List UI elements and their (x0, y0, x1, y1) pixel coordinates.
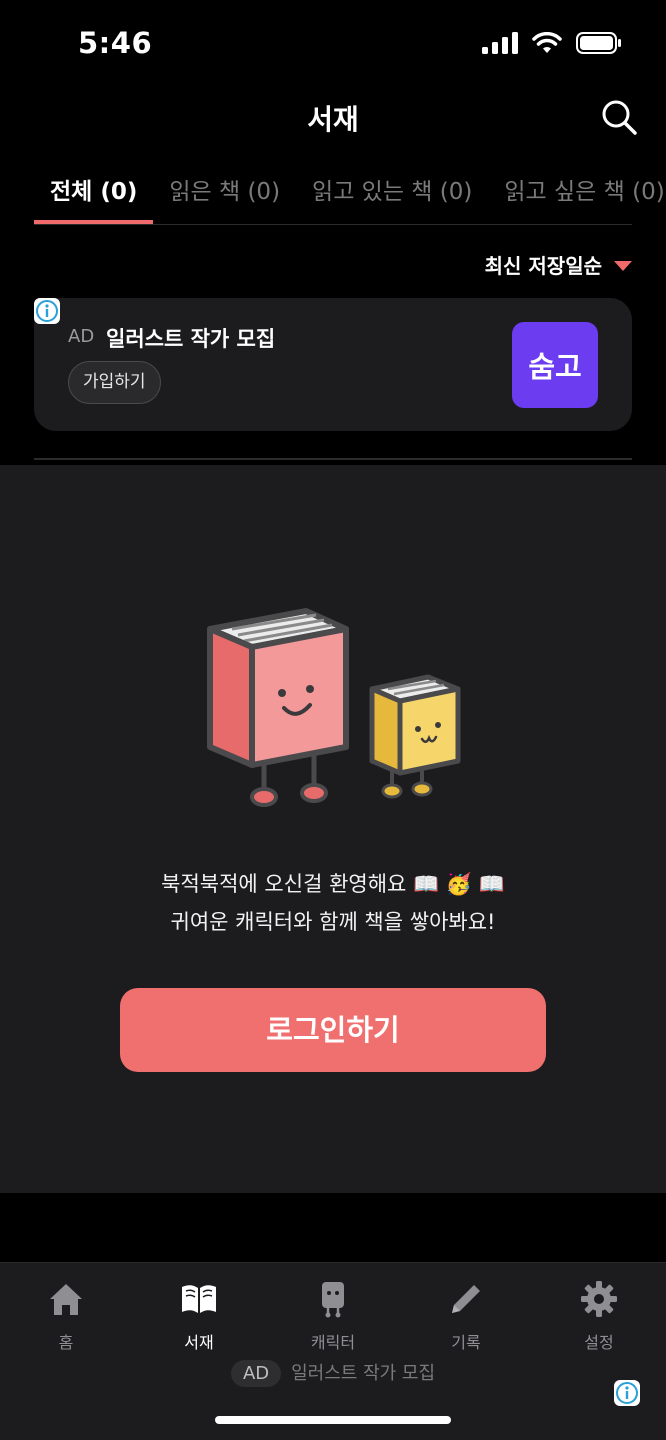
battery-icon (576, 32, 621, 54)
tab-reading[interactable]: 읽고 있는 책 (0) (296, 160, 488, 224)
login-button[interactable]: 로그인하기 (120, 988, 546, 1072)
ad-tag: AD (68, 326, 95, 347)
home-icon (50, 1284, 82, 1315)
search-button[interactable] (600, 98, 640, 138)
tabbar-item-library[interactable]: 서재 (144, 1279, 254, 1353)
search-icon (602, 100, 637, 135)
welcome-line-1: 북적북적에 오신걸 환영해요 📖 🥳 📖 (161, 872, 505, 896)
book-characters-illustration (207, 608, 461, 807)
home-indicator (215, 1416, 451, 1424)
tabbar-label-records: 기록 (451, 1333, 481, 1352)
wifi-icon (532, 32, 562, 53)
shelf-tabs: 전체 (0) 읽은 책 (0) 읽고 있는 책 (0) 읽고 싶은 책 (0) (34, 160, 666, 226)
page-title: 서재 (307, 103, 359, 136)
pencil-icon (452, 1285, 480, 1313)
tabbar-label-home: 홈 (58, 1333, 74, 1352)
info-icon (614, 1380, 640, 1406)
ad-join-button[interactable]: 가입하기 (68, 361, 161, 404)
bottom-ad-text: 일러스트 작가 모집 (291, 1363, 436, 1384)
sort-dropdown[interactable]: 최신 저장일순 (485, 250, 632, 279)
gear-icon (581, 1281, 617, 1317)
header: 서재 (0, 90, 666, 146)
tabbar-item-character[interactable]: 캐릭터 (278, 1279, 388, 1353)
book-icon (182, 1285, 216, 1313)
tabs-divider (34, 224, 632, 225)
tabbar-item-settings[interactable]: 설정 (544, 1279, 654, 1353)
info-icon (34, 298, 60, 324)
character-icon (322, 1282, 344, 1318)
ad-title: 일러스트 작가 모집 (106, 327, 276, 351)
bottom-tab-bar: 홈 서재 캐릭터 기록 설정 (0, 1262, 666, 1440)
tabbar-item-home[interactable]: 홈 (11, 1279, 121, 1353)
tab-all[interactable]: 전체 (0) (34, 160, 154, 224)
tabbar-label-library: 서재 (184, 1333, 214, 1352)
welcome-line-2: 귀여운 캐릭터와 함께 책을 쌓아봐요! (170, 910, 496, 934)
empty-state-panel: 북적북적에 오신걸 환영해요 📖 🥳 📖 귀여운 캐릭터와 함께 책을 쌓아봐요… (0, 465, 666, 1193)
bottom-ad-banner[interactable]: AD 일러스트 작가 모집 (0, 1359, 666, 1387)
status-time: 5:46 (78, 26, 153, 60)
sort-label: 최신 저장일순 (484, 254, 602, 278)
pink-book-character (207, 608, 349, 807)
bottom-ad-tag: AD (230, 1360, 282, 1387)
signal-icon (482, 32, 518, 54)
bottom-ad-info-button[interactable] (614, 1380, 640, 1406)
yellow-book-character (369, 674, 461, 799)
welcome-message: 북적북적에 오신걸 환영해요 📖 🥳 📖 귀여운 캐릭터와 함께 책을 쌓아봐요… (0, 865, 666, 941)
tab-want-to-read[interactable]: 읽고 싶은 책 (0) (488, 160, 666, 224)
status-bar: 5:46 (0, 0, 666, 90)
tabbar-label-character: 캐릭터 (310, 1333, 356, 1352)
tabbar-label-settings: 설정 (584, 1333, 614, 1352)
ad-divider (34, 458, 632, 460)
tab-read[interactable]: 읽은 책 (0) (153, 160, 296, 224)
ad-info-button[interactable] (34, 298, 60, 324)
status-icons (482, 32, 622, 54)
tabbar-item-records[interactable]: 기록 (411, 1279, 521, 1353)
ad-banner[interactable]: AD 일러스트 작가 모집 가입하기 숨고 (34, 298, 632, 431)
ad-logo[interactable]: 숨고 (512, 322, 598, 408)
caret-down-icon (614, 260, 632, 271)
